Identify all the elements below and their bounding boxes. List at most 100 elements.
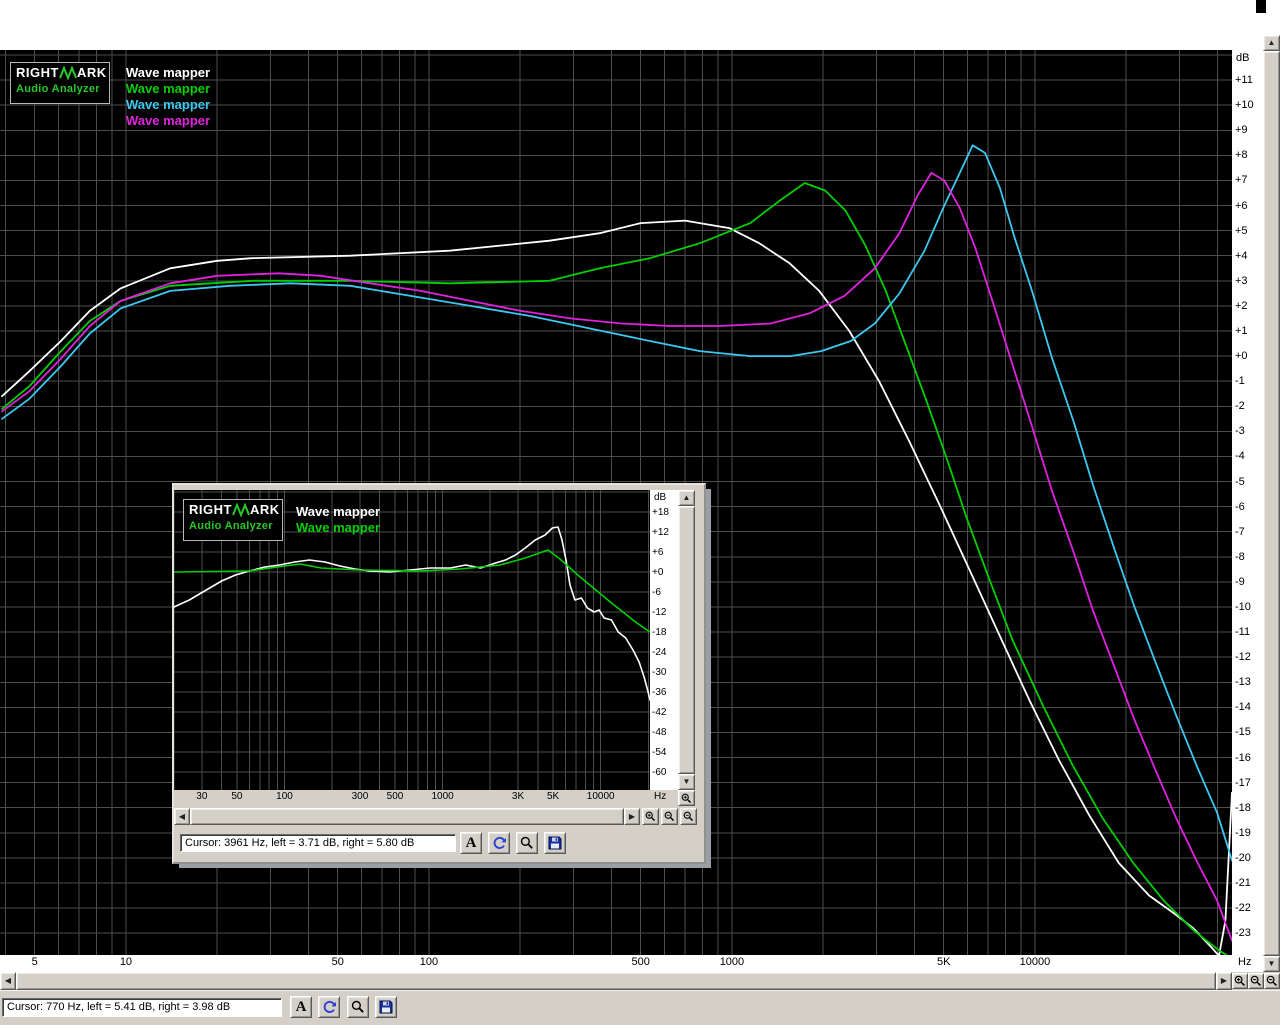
y-tick-label: -12 [652, 607, 667, 618]
up-arrow-icon: ▲ [682, 493, 691, 502]
x-tick-label: 500 [631, 956, 650, 968]
y-tick-label: -22 [1235, 902, 1251, 915]
down-arrow-icon: ▼ [682, 777, 691, 786]
scroll-left-button[interactable]: ◀ [174, 808, 190, 825]
logo-subtitle: Audio Analyzer [16, 83, 100, 95]
y-tick-label: +1 [1235, 325, 1248, 337]
logo-text-left: RIGHT [189, 502, 232, 517]
zoom-out-icon [664, 811, 675, 822]
rmaa-child-window[interactable]: RIGHT ARK Audio Analyzer Wave mapper Wav… [172, 483, 706, 864]
y-tick-label: -15 [1235, 726, 1251, 739]
vertical-scrollbar-thumb[interactable] [1263, 51, 1280, 956]
refresh-button[interactable] [488, 832, 510, 854]
db-unit-label: dB [654, 492, 667, 503]
a-label: A [295, 998, 307, 1015]
y-tick-label: -13 [1235, 676, 1251, 689]
up-arrow-icon: ▲ [1267, 38, 1276, 47]
x-tick-label: 10 [119, 956, 133, 968]
y-tick-label: +6 [1235, 199, 1248, 212]
horizontal-scrollbar-thumb[interactable] [190, 808, 624, 825]
zoom-in-button[interactable] [678, 790, 695, 806]
save-button[interactable] [544, 832, 566, 854]
autoscale-button[interactable]: A [290, 996, 312, 1018]
y-tick-label: +0 [1235, 350, 1248, 363]
main-status-bar: Cursor: 770 Hz, left = 5.41 dB, right = … [0, 990, 1280, 1025]
scroll-right-button[interactable]: ▶ [1216, 972, 1232, 990]
y-tick-label: -18 [1235, 801, 1251, 814]
main-horizontal-scrollbar[interactable]: ◀ ▶ [0, 972, 1232, 990]
zoom-reset-button[interactable] [1264, 973, 1280, 989]
logo-text-right: ARK [76, 65, 107, 80]
y-tick-label: -16 [1235, 751, 1251, 764]
scroll-down-button[interactable]: ▼ [1263, 956, 1280, 972]
zoom-reset-button[interactable] [680, 808, 697, 825]
y-tick-label: +12 [652, 527, 669, 538]
scroll-right-button[interactable]: ▶ [624, 808, 640, 825]
zoom-in-button[interactable] [1232, 973, 1248, 989]
horizontal-scrollbar-thumb[interactable] [16, 972, 1216, 990]
legend-item: Wave mapper [126, 97, 211, 112]
child-vertical-scrollbar[interactable]: ▲ ▼ [678, 490, 695, 790]
x-tick-label: 5K [937, 956, 951, 968]
y-tick-label: -9 [1235, 575, 1245, 588]
zoom-reset-icon [1266, 975, 1277, 986]
main-zoom-cluster [1232, 972, 1280, 990]
background-window-fragment [1256, 0, 1266, 13]
refresh-button[interactable] [318, 996, 340, 1018]
y-tick-label: +3 [1235, 274, 1248, 287]
y-tick-label: +10 [1235, 99, 1254, 112]
legend-item: Wave mapper [126, 81, 211, 96]
zoom-in-button[interactable] [642, 808, 659, 825]
x-tick-label: 10000 [1019, 956, 1051, 968]
left-arrow-icon: ◀ [4, 976, 12, 985]
y-tick-label: -21 [1235, 876, 1251, 889]
y-tick-label: -11 [1235, 626, 1251, 639]
x-tick-label: 100 [276, 791, 293, 802]
child-plot[interactable]: RIGHT ARK Audio Analyzer Wave mapper Wav… [174, 490, 650, 790]
scroll-up-button[interactable]: ▲ [678, 490, 695, 506]
legend-item: Wave mapper [126, 65, 211, 80]
floppy-icon [379, 1000, 393, 1014]
scroll-down-button[interactable]: ▼ [678, 774, 695, 790]
x-tick-label: 50 [331, 956, 344, 968]
save-button[interactable] [375, 996, 397, 1018]
hz-unit-label: Hz [1232, 955, 1263, 972]
y-tick-label: -48 [652, 727, 667, 738]
y-tick-label: -1 [1235, 375, 1245, 388]
y-tick-label: -24 [652, 647, 667, 658]
zoom-tool-button[interactable] [347, 996, 369, 1018]
y-tick-label: -6 [652, 587, 661, 598]
y-tick-label: -12 [1235, 651, 1251, 664]
scroll-up-button[interactable]: ▲ [1263, 35, 1280, 51]
zoom-tool-button[interactable] [516, 832, 538, 854]
refresh-icon [493, 836, 506, 849]
y-tick-label: +18 [652, 507, 669, 518]
child-horizontal-scrollbar[interactable]: ◀ ▶ [174, 808, 640, 825]
zoom-out-button[interactable] [1248, 973, 1264, 989]
main-legend: Wave mapper Wave mapper Wave mapper Wave… [126, 65, 210, 129]
top-strip [0, 0, 1280, 50]
x-tick-label: 1000 [719, 956, 745, 968]
floppy-icon [548, 836, 562, 850]
main-y-axis: dB +11 +10 +9 +8 +7 +6 +5 +4 +3 +2 +1 +0 -1 -2 -3 -4 -5 -… [1232, 50, 1263, 955]
scroll-left-button[interactable]: ◀ [0, 972, 16, 990]
y-tick-label: -5 [1235, 475, 1245, 488]
refresh-icon [323, 1000, 336, 1013]
main-vertical-scrollbar[interactable]: ▲ ▼ [1263, 35, 1280, 972]
y-tick-label: +9 [1235, 124, 1248, 137]
legend-item: Wave mapper [296, 504, 381, 519]
y-tick-label: -54 [652, 747, 667, 758]
child-x-axis: 30 50 100 300 500 1000 3K 5K 10000 [174, 790, 650, 806]
vertical-scrollbar-thumb[interactable] [678, 506, 695, 774]
y-tick-label: +11 [1235, 74, 1253, 87]
y-tick-label: -7 [1235, 525, 1245, 538]
y-tick-label: -4 [1235, 450, 1245, 463]
zoom-out-button[interactable] [661, 808, 678, 825]
autoscale-button[interactable]: A [460, 832, 482, 854]
y-tick-label: -20 [1235, 851, 1251, 864]
y-tick-label: -23 [1235, 927, 1251, 940]
y-tick-label: +2 [1235, 299, 1248, 312]
magnifier-icon [351, 1000, 364, 1013]
zoom-in-icon [1234, 975, 1245, 986]
down-arrow-icon: ▼ [1267, 959, 1276, 968]
